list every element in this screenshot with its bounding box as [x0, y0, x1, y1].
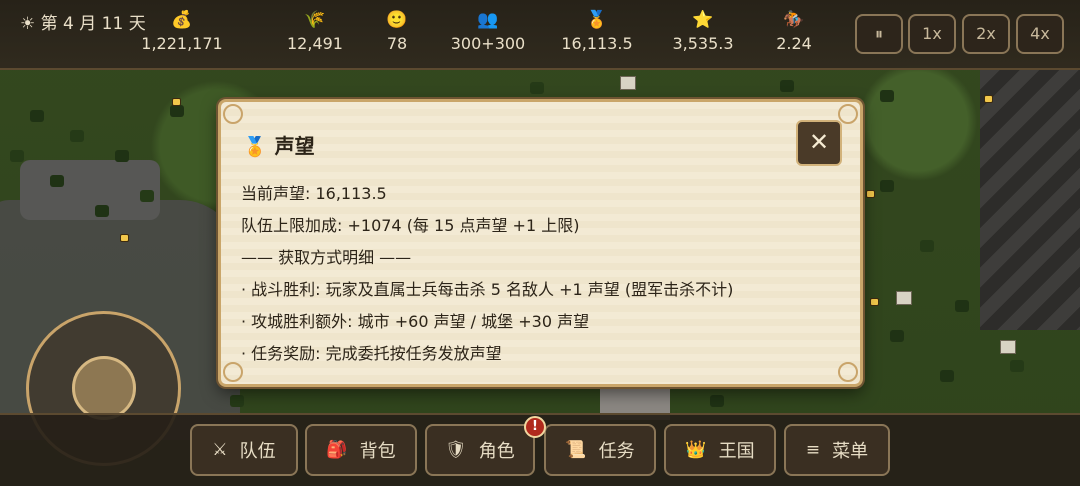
tree [10, 150, 24, 162]
troops-stat[interactable]: 👥 300+300 [433, 10, 543, 53]
people-icon: 👥 [477, 10, 499, 30]
village-marker[interactable] [870, 298, 879, 306]
renown-stat[interactable]: 🏅 16,113.5 [542, 10, 652, 53]
menu-button[interactable]: ≡ 菜单 [784, 424, 890, 476]
party-limit-bonus-text: 队伍上限加成: +1074 (每 15 点声望 +1 上限) [241, 216, 580, 235]
party-label: 队伍 [239, 441, 276, 462]
speed-value: 2.24 [776, 34, 812, 53]
renown-dialog: 🏅 声望 ✕ 当前声望: 16,113.5 队伍上限加成: +1074 (每 15… [218, 99, 863, 387]
tree [30, 110, 44, 122]
dialog-title: 🏅 声望 [243, 130, 315, 159]
gold-stat[interactable]: 💰 1,221,171 [127, 10, 237, 53]
village-marker[interactable] [172, 98, 181, 106]
village-marker[interactable] [984, 95, 993, 103]
village-marker[interactable] [120, 234, 129, 242]
hamburger-menu-icon: ≡ [805, 440, 821, 460]
dialog-body: 当前声望: 16,113.5 队伍上限加成: +1074 (每 15 点声望 +… [241, 178, 840, 370]
fort-marker[interactable] [896, 291, 912, 305]
list-item: · 战斗胜利: 玩家及直属士兵每击杀 5 名敌人 +1 声望 (盟军击杀不计) [241, 280, 734, 299]
medal-icon: 🏅 [243, 136, 267, 158]
speed-2x-button[interactable]: 2x [962, 14, 1010, 54]
tree [890, 330, 904, 342]
tree [710, 395, 724, 407]
crown-icon: 👑 [685, 440, 707, 460]
mountain-terrain [980, 70, 1080, 330]
corner-ornament [838, 362, 858, 382]
list-item: · 攻城胜利额外: 城市 +60 声望 / 城堡 +30 声望 [241, 312, 590, 331]
character-button[interactable]: 🛡 角色 [425, 424, 535, 476]
tree [955, 300, 969, 312]
tree [230, 395, 244, 407]
backpack-icon: 🎒 [326, 440, 348, 460]
corner-ornament [838, 104, 858, 124]
dialog-title-text: 声望 [274, 134, 315, 158]
pause-button[interactable]: ⏸ [855, 14, 903, 54]
tree [530, 82, 544, 94]
crossed-swords-icon: ⚔ [212, 440, 228, 460]
kingdom-label: 王国 [718, 441, 755, 462]
party-button[interactable]: ⚔ 队伍 [190, 424, 298, 476]
fort-marker[interactable] [1000, 340, 1016, 354]
quests-button[interactable]: 📜 任务 [544, 424, 656, 476]
joystick-knob[interactable] [72, 356, 136, 420]
tree [940, 370, 954, 382]
medal-icon: 🏅 [586, 10, 608, 30]
current-renown-text: 当前声望: 16,113.5 [241, 184, 387, 203]
tree [95, 205, 109, 217]
troops-value: 300+300 [450, 34, 526, 53]
notification-badge: ! [524, 416, 546, 438]
scroll-icon: 📜 [565, 440, 587, 460]
tree [140, 190, 154, 202]
close-button[interactable]: ✕ [796, 120, 842, 166]
quests-label: 任务 [598, 441, 635, 462]
village-marker[interactable] [866, 190, 875, 198]
renown-value: 16,113.5 [561, 34, 633, 53]
tree [1010, 360, 1024, 372]
speed-stat[interactable]: 🏇 2.24 [739, 10, 849, 53]
shield-icon: 🛡 [445, 440, 467, 460]
kingdom-button[interactable]: 👑 王国 [664, 424, 776, 476]
backpack-button[interactable]: 🎒 背包 [305, 424, 417, 476]
section-heading: —— 获取方式明细 —— [241, 248, 412, 267]
backpack-label: 背包 [359, 441, 396, 462]
horse-rider-icon: 🏇 [783, 10, 805, 30]
tree [920, 240, 934, 252]
rocky-terrain [20, 160, 160, 220]
top-resource-bar: ☀ 第 4 月 11 天 💰 1,221,171 🌾 12,491 🙂 78 👥… [0, 0, 1080, 70]
tree [70, 130, 84, 142]
tree [115, 150, 129, 162]
tree [50, 175, 64, 187]
gold-value: 1,221,171 [141, 34, 223, 53]
speed-1x-button[interactable]: 1x [908, 14, 956, 54]
corner-ornament [223, 362, 243, 382]
money-bag-icon: 💰 [171, 10, 193, 30]
tree [880, 180, 894, 192]
tree [170, 105, 184, 117]
corner-ornament [223, 104, 243, 124]
menu-label: 菜单 [832, 441, 869, 462]
list-item: · 任务奖励: 完成委托按任务发放声望 [241, 344, 502, 363]
speed-4x-button[interactable]: 4x [1016, 14, 1064, 54]
fort-marker[interactable] [620, 76, 636, 90]
tree [780, 80, 794, 92]
character-label: 角色 [478, 441, 515, 462]
tree [880, 90, 894, 102]
